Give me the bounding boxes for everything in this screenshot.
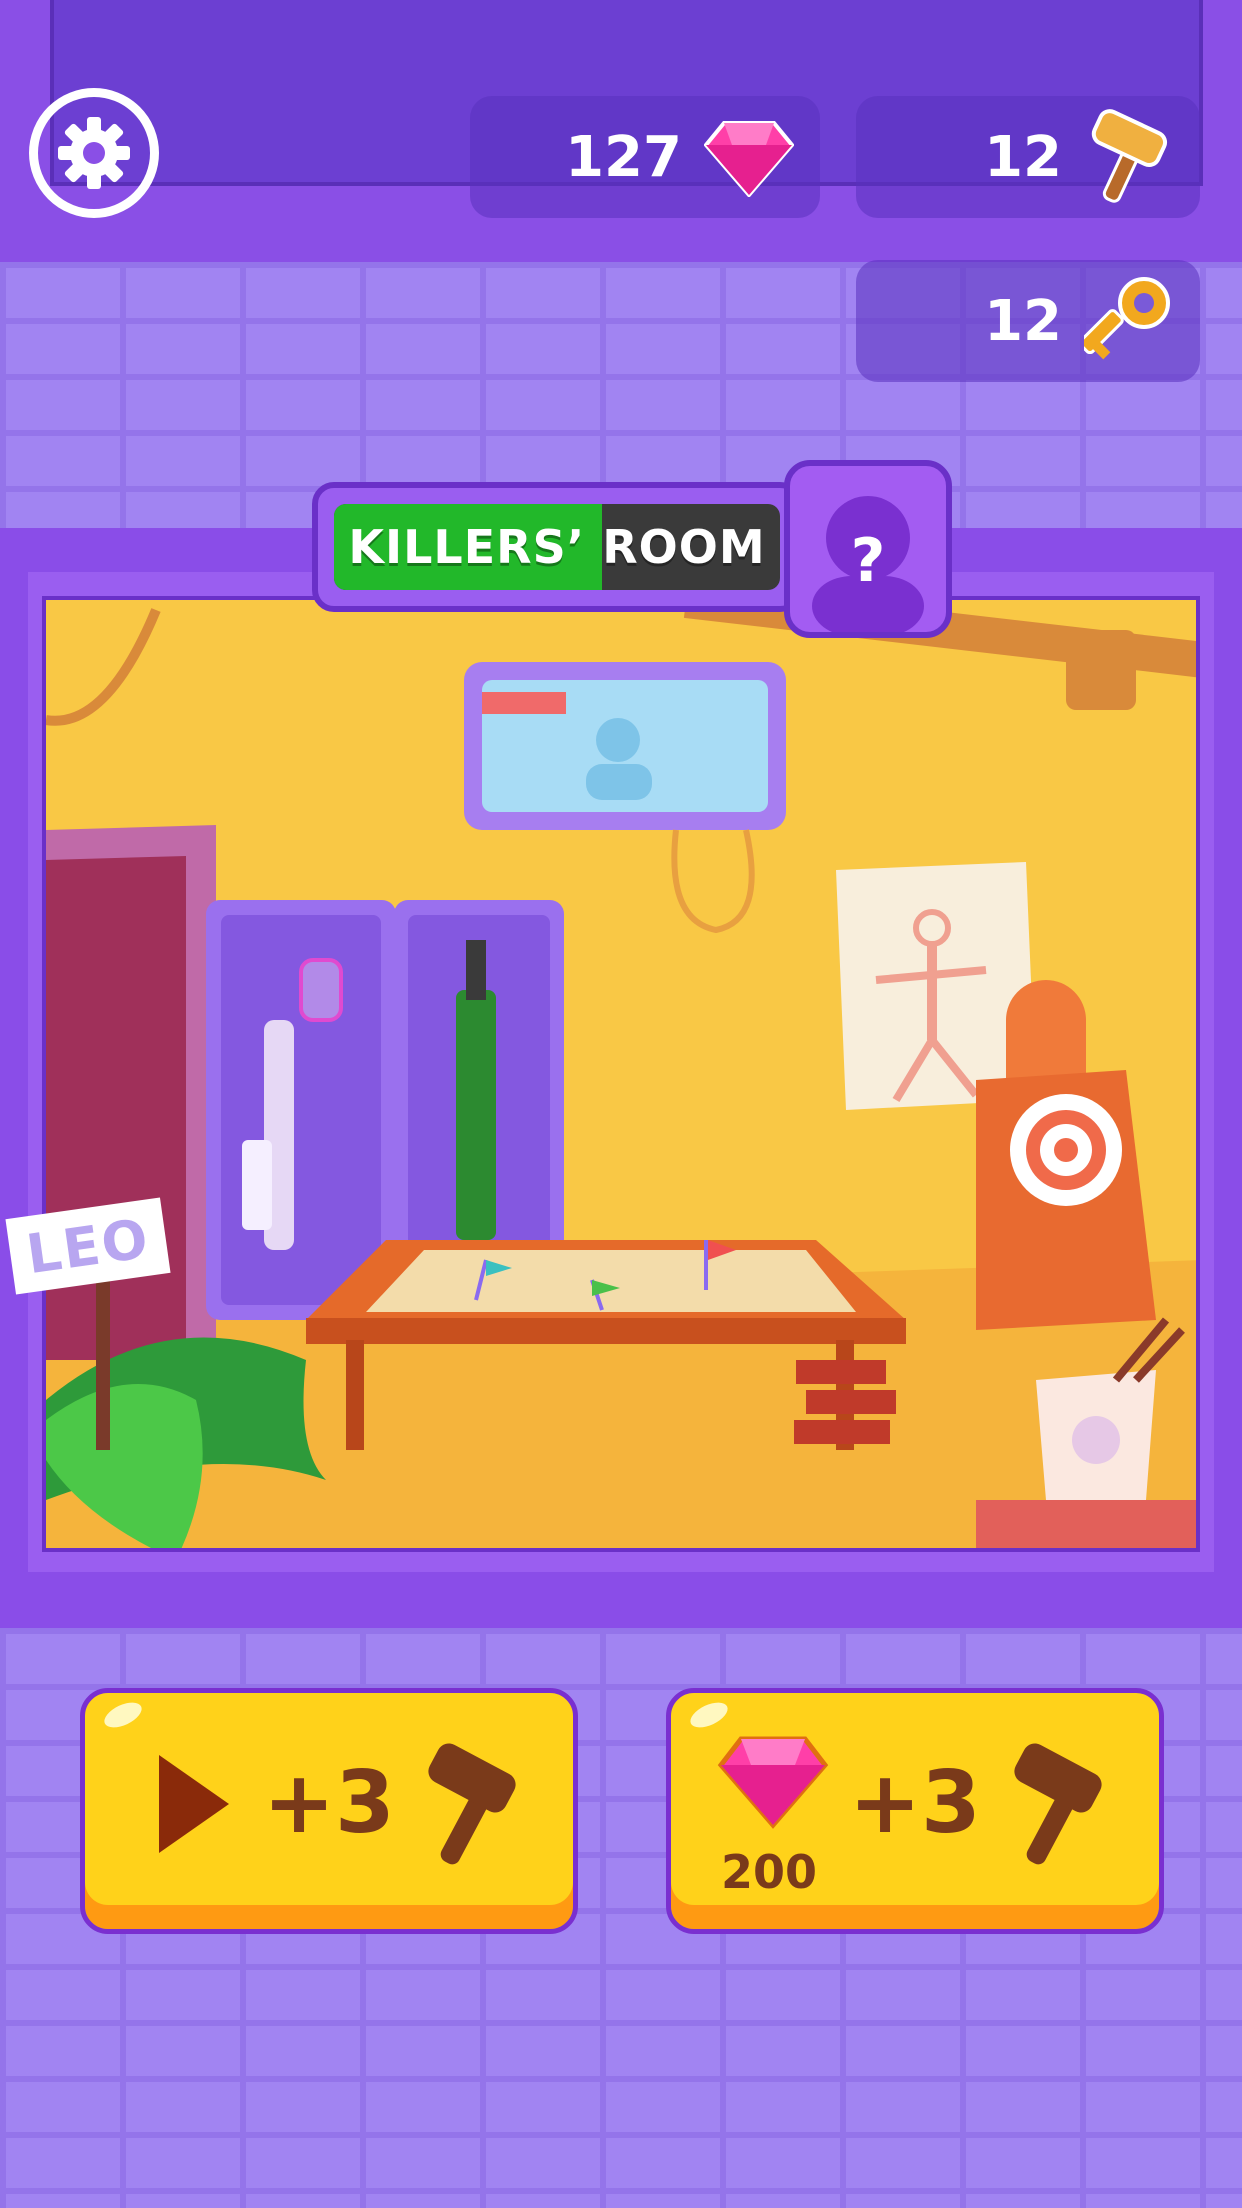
button-shine bbox=[100, 1697, 146, 1733]
gem-counter[interactable]: 127 bbox=[470, 96, 820, 218]
hammer-icon bbox=[428, 1743, 516, 1865]
buy-amount: +3 bbox=[849, 1753, 981, 1853]
room-progress-bar: KILLERS’ ROOM bbox=[334, 504, 780, 590]
buy-with-gems-button[interactable]: 200 +3 bbox=[666, 1688, 1164, 1934]
wanted-screen bbox=[464, 662, 786, 830]
room-scene[interactable] bbox=[42, 596, 1200, 1552]
settings-button[interactable] bbox=[29, 88, 159, 218]
button-shine bbox=[686, 1697, 732, 1733]
hammer-counter[interactable]: 12 bbox=[856, 96, 1200, 218]
hammer-icon bbox=[1091, 109, 1168, 203]
hammer-icon bbox=[1014, 1743, 1102, 1865]
key-count: 12 bbox=[984, 288, 1062, 354]
gear-icon bbox=[58, 117, 130, 189]
mystery-character-button[interactable]: ? bbox=[784, 460, 952, 638]
gem-icon bbox=[704, 121, 794, 197]
room-title: KILLERS’ ROOM bbox=[348, 520, 766, 574]
hammer-count: 12 bbox=[984, 124, 1062, 190]
question-mark: ? bbox=[850, 526, 886, 596]
key-counter[interactable]: 12 bbox=[856, 260, 1200, 382]
play-icon bbox=[159, 1755, 229, 1853]
room-title-bar: KILLERS’ ROOM bbox=[312, 482, 802, 612]
key-icon bbox=[1084, 277, 1170, 360]
sign-text: LEO bbox=[22, 1206, 154, 1286]
gem-count: 127 bbox=[565, 124, 682, 190]
gem-cost: 200 bbox=[721, 1845, 818, 1899]
room-illustration bbox=[46, 600, 1196, 1548]
watch-ad-amount: +3 bbox=[263, 1753, 395, 1853]
watch-ad-button[interactable]: +3 bbox=[80, 1688, 578, 1934]
gem-icon bbox=[717, 1736, 829, 1829]
